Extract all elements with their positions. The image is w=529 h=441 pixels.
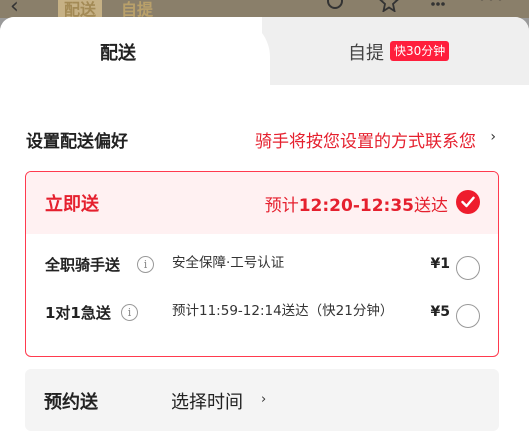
option-one-to-one-express[interactable]: 1对1急送 i 预计11:59-12:14送达（快21分钟） ¥5 <box>26 296 498 336</box>
eta-suffix: 送达 <box>414 196 448 216</box>
background-app-bar: ‹ 配送 自提 <box>0 0 529 18</box>
select-time-link[interactable]: 选择时间 <box>171 388 243 414</box>
tab-pickup-label: 自提 <box>348 43 384 64</box>
option-radio[interactable] <box>456 304 480 328</box>
tab-pickup[interactable]: 自提 快30分钟 <box>262 17 529 85</box>
preference-title: 设置配送偏好 <box>26 132 128 152</box>
background-tab-delivery: 配送 <box>58 0 103 18</box>
search-icon <box>325 0 347 14</box>
info-icon[interactable]: i <box>121 304 138 321</box>
eta-time: 12:20-12:35 <box>298 196 414 216</box>
option-radio[interactable] <box>456 256 480 280</box>
background-tab-pickup: 自提 <box>121 0 154 18</box>
instant-delivery-title: 立即送 <box>45 194 99 215</box>
instant-delivery-card[interactable]: 立即送 预计12:20-12:35送达 全职骑手送 i 安全保障·工号认证 ¥1… <box>25 171 499 357</box>
delivery-mode-tabs: 自提 快30分钟 配送 <box>0 17 529 85</box>
star-icon <box>378 0 400 14</box>
instant-delivery-header[interactable]: 立即送 预计12:20-12:35送达 <box>26 172 498 234</box>
delivery-preference-row[interactable]: 设置配送偏好 骑手将按您设置的方式联系您 › <box>26 127 500 152</box>
info-icon[interactable]: i <box>137 256 154 273</box>
option-description: 安全保障·工号认证 <box>172 255 285 271</box>
option-name: 全职骑手送 <box>45 256 121 274</box>
preference-hint: 骑手将按您设置的方式联系您 <box>255 132 476 152</box>
scheduled-delivery-title: 预约送 <box>44 392 98 413</box>
chevron-right-icon: › <box>490 129 496 145</box>
option-price: ¥1 <box>430 256 450 272</box>
pickup-speed-badge: 快30分钟 <box>390 41 450 61</box>
option-name: 1对1急送 <box>45 304 111 322</box>
option-fulltime-rider[interactable]: 全职骑手送 i 安全保障·工号认证 ¥1 <box>26 248 498 288</box>
chat-icon <box>427 0 449 14</box>
scheduled-delivery-row[interactable]: 预约送 选择时间 › <box>25 369 499 431</box>
more-icon <box>478 0 502 14</box>
chevron-right-icon: › <box>261 392 267 407</box>
tab-delivery[interactable]: 配送 <box>0 17 270 85</box>
instant-delivery-eta: 预计12:20-12:35送达 <box>265 191 448 216</box>
option-description: 预计11:59-12:14送达（快21分钟） <box>172 303 394 319</box>
tab-delivery-label: 配送 <box>100 43 136 64</box>
back-icon: ‹ <box>10 0 19 18</box>
option-price: ¥5 <box>430 304 450 320</box>
delivery-options-sheet: 自提 快30分钟 配送 设置配送偏好 骑手将按您设置的方式联系您 › 立即送 预… <box>0 17 529 441</box>
selected-check-icon[interactable] <box>456 190 480 214</box>
eta-prefix: 预计 <box>264 196 299 216</box>
